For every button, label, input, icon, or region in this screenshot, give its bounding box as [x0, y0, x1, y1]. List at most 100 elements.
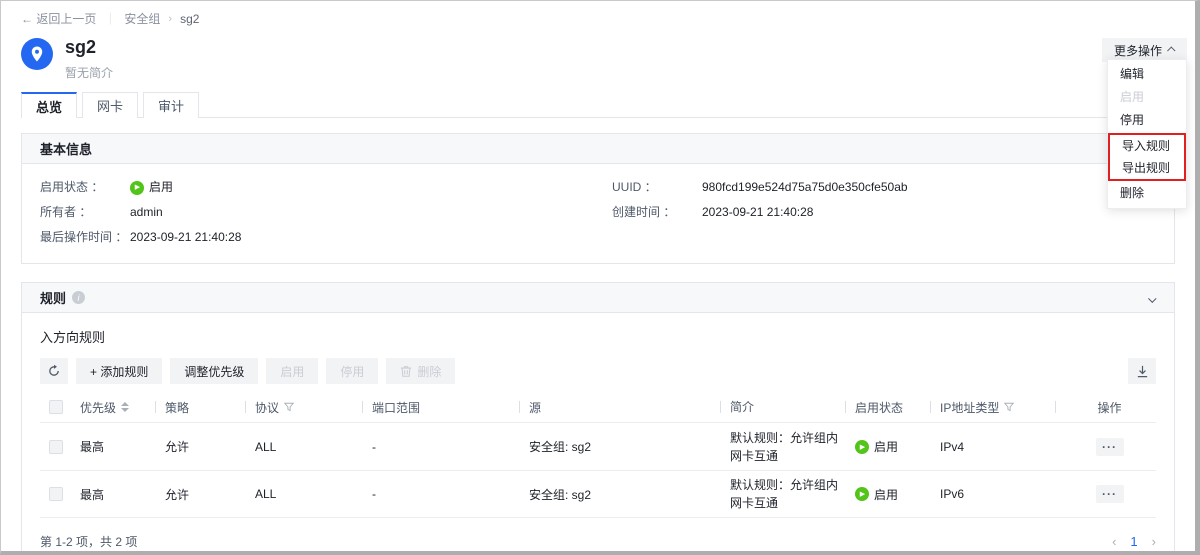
col-protocol-label: 协议: [255, 399, 279, 416]
cell-protocol: ALL: [245, 487, 362, 501]
field-label: UUID ：: [612, 175, 702, 200]
row-more-actions-button[interactable]: ···: [1096, 438, 1124, 456]
col-action-label: 操作: [1097, 399, 1121, 416]
field-last-op-time: 最后操作时间 ： 2023-09-21 21:40:28: [40, 225, 612, 250]
delete-label: 删除: [417, 363, 441, 380]
detail-tabs: 总览 网卡 审计: [21, 92, 1175, 118]
breadcrumb-separator: ｜: [104, 10, 116, 27]
col-port-range: 端口范围: [362, 399, 519, 416]
field-value: 2023-09-21 21:40:28: [702, 200, 813, 225]
basic-info-header: 基本信息: [22, 134, 1174, 164]
menu-item-import-rules[interactable]: 导入规则: [1110, 135, 1184, 157]
menu-item-export-rules[interactable]: 导出规则: [1110, 157, 1184, 179]
tab-nic[interactable]: 网卡: [82, 92, 138, 118]
add-rule-button[interactable]: + 添加规则: [76, 358, 162, 384]
red-highlight-annotation: 导入规则 导出规则: [1108, 133, 1186, 181]
security-group-icon: [21, 38, 53, 70]
field-label: 创建时间 ：: [612, 200, 702, 225]
sort-icon[interactable]: [121, 402, 129, 412]
field-value: 2023-09-21 21:40:28: [130, 225, 241, 250]
page-subtitle: 暂无简介: [65, 64, 113, 81]
download-icon: [1136, 365, 1149, 378]
row-checkbox[interactable]: [49, 487, 63, 501]
row-checkbox[interactable]: [49, 440, 63, 454]
menu-item-edit[interactable]: 编辑: [1108, 63, 1186, 86]
breadcrumb-parent[interactable]: 安全组: [124, 10, 160, 27]
cell-port-range: -: [362, 487, 519, 501]
filter-icon[interactable]: [1004, 402, 1014, 412]
enable-button: 启用: [266, 358, 318, 384]
enabled-status-icon: ▶: [855, 487, 869, 501]
field-label: 最后操作时间 ：: [40, 225, 130, 250]
tab-audit[interactable]: 审计: [143, 92, 199, 118]
col-status-label: 启用状态: [855, 399, 903, 416]
cell-status: ▶ 启用: [845, 486, 930, 503]
enabled-status-icon: ▶: [855, 440, 869, 454]
col-port-range-label: 端口范围: [372, 399, 420, 416]
rules-header: 规则 i: [22, 283, 1174, 313]
security-group-detail-page: ← 返回上一页 ｜ 安全组 › sg2 sg2 暂无简介 更多操作 编辑 启用 …: [1, 1, 1195, 551]
col-policy-label: 策略: [165, 399, 189, 416]
next-page-icon[interactable]: ›: [1152, 534, 1156, 549]
field-label: 启用状态 ：: [40, 175, 130, 200]
col-priority-label: 优先级: [80, 399, 116, 416]
cell-priority: 最高: [80, 486, 155, 503]
status-text: 启用: [874, 438, 898, 455]
col-priority[interactable]: 优先级: [80, 399, 155, 416]
col-policy: 策略: [155, 399, 245, 416]
field-value: 980fcd199e524d75a75d0e350cfe50ab: [702, 175, 908, 200]
basic-info-title: 基本信息: [40, 139, 92, 158]
chevron-up-icon: [1167, 46, 1175, 54]
tab-overview[interactable]: 总览: [21, 92, 77, 118]
row-more-actions-button[interactable]: ···: [1096, 485, 1124, 503]
col-ip-type: IP地址类型: [930, 399, 1055, 416]
adjust-priority-label: 调整优先级: [184, 363, 244, 380]
menu-item-disable[interactable]: 停用: [1108, 109, 1186, 132]
disable-label: 停用: [340, 363, 364, 380]
cell-priority: 最高: [80, 438, 155, 455]
select-all-checkbox[interactable]: [49, 400, 63, 414]
cell-protocol: ALL: [245, 440, 362, 454]
menu-item-enable: 启用: [1108, 86, 1186, 109]
rules-toolbar: + 添加规则 调整优先级 启用 停用 删除: [40, 358, 1156, 384]
field-label: 所有者 ：: [40, 200, 130, 225]
trash-icon: [400, 365, 412, 378]
info-icon: i: [72, 291, 85, 304]
filter-icon[interactable]: [284, 402, 294, 412]
back-link[interactable]: ← 返回上一页: [21, 10, 96, 27]
cell-policy: 允许: [155, 486, 245, 503]
refresh-button[interactable]: [40, 358, 68, 384]
rules-panel: 规则 i 入方向规则 + 添加规则 调整优先级 启: [21, 282, 1175, 555]
page-number[interactable]: 1: [1130, 534, 1137, 549]
collapse-chevron-icon[interactable]: [1148, 294, 1156, 302]
table-row: 最高 允许 ALL - 安全组: sg2 默认规则：允许组内网卡互通 ▶启用 I…: [40, 470, 1156, 518]
chevron-right-icon: ›: [168, 13, 172, 25]
adjust-priority-button[interactable]: 调整优先级: [170, 358, 258, 384]
status-value: ▶ 启用: [130, 175, 173, 200]
cell-policy: 允许: [155, 438, 245, 455]
prev-page-icon[interactable]: ‹: [1112, 534, 1116, 549]
field-uuid: UUID ： 980fcd199e524d75a75d0e350cfe50ab: [612, 175, 908, 200]
back-arrow-icon: ←: [21, 12, 33, 26]
status-text: 启用: [149, 175, 173, 200]
pagination: 第 1-2 项，共 2 项 ‹ 1 ›: [40, 518, 1156, 555]
enable-label: 启用: [280, 363, 304, 380]
inbound-rules-title: 入方向规则: [40, 327, 1156, 346]
enabled-status-icon: ▶: [130, 181, 144, 195]
add-rule-label: + 添加规则: [90, 363, 148, 380]
menu-item-delete[interactable]: 删除: [1108, 182, 1186, 205]
cell-source: 安全组: sg2: [519, 438, 720, 455]
col-description-label: 简介: [730, 398, 754, 416]
basic-info-left-column: 启用状态 ： ▶ 启用 所有者 ： admin 最后操作时间 ： 2023-09…: [40, 175, 612, 250]
col-protocol: 协议: [245, 399, 362, 416]
field-create-time: 创建时间 ： 2023-09-21 21:40:28: [612, 200, 908, 225]
page-title: sg2: [65, 36, 113, 58]
cell-source: 安全组: sg2: [519, 486, 720, 503]
table-header-row: 优先级 策略 协议 端口范围 源 简介 启用状态 IP地址类: [40, 392, 1156, 422]
cell-description: 默认规则：允许组内网卡互通: [730, 429, 845, 465]
download-button[interactable]: [1128, 358, 1156, 384]
delete-button: 删除: [386, 358, 455, 384]
status-text: 启用: [874, 486, 898, 503]
breadcrumb: ← 返回上一页 ｜ 安全组 › sg2: [21, 1, 1175, 27]
basic-info-body: 启用状态 ： ▶ 启用 所有者 ： admin 最后操作时间 ： 2023-09…: [22, 164, 1174, 263]
